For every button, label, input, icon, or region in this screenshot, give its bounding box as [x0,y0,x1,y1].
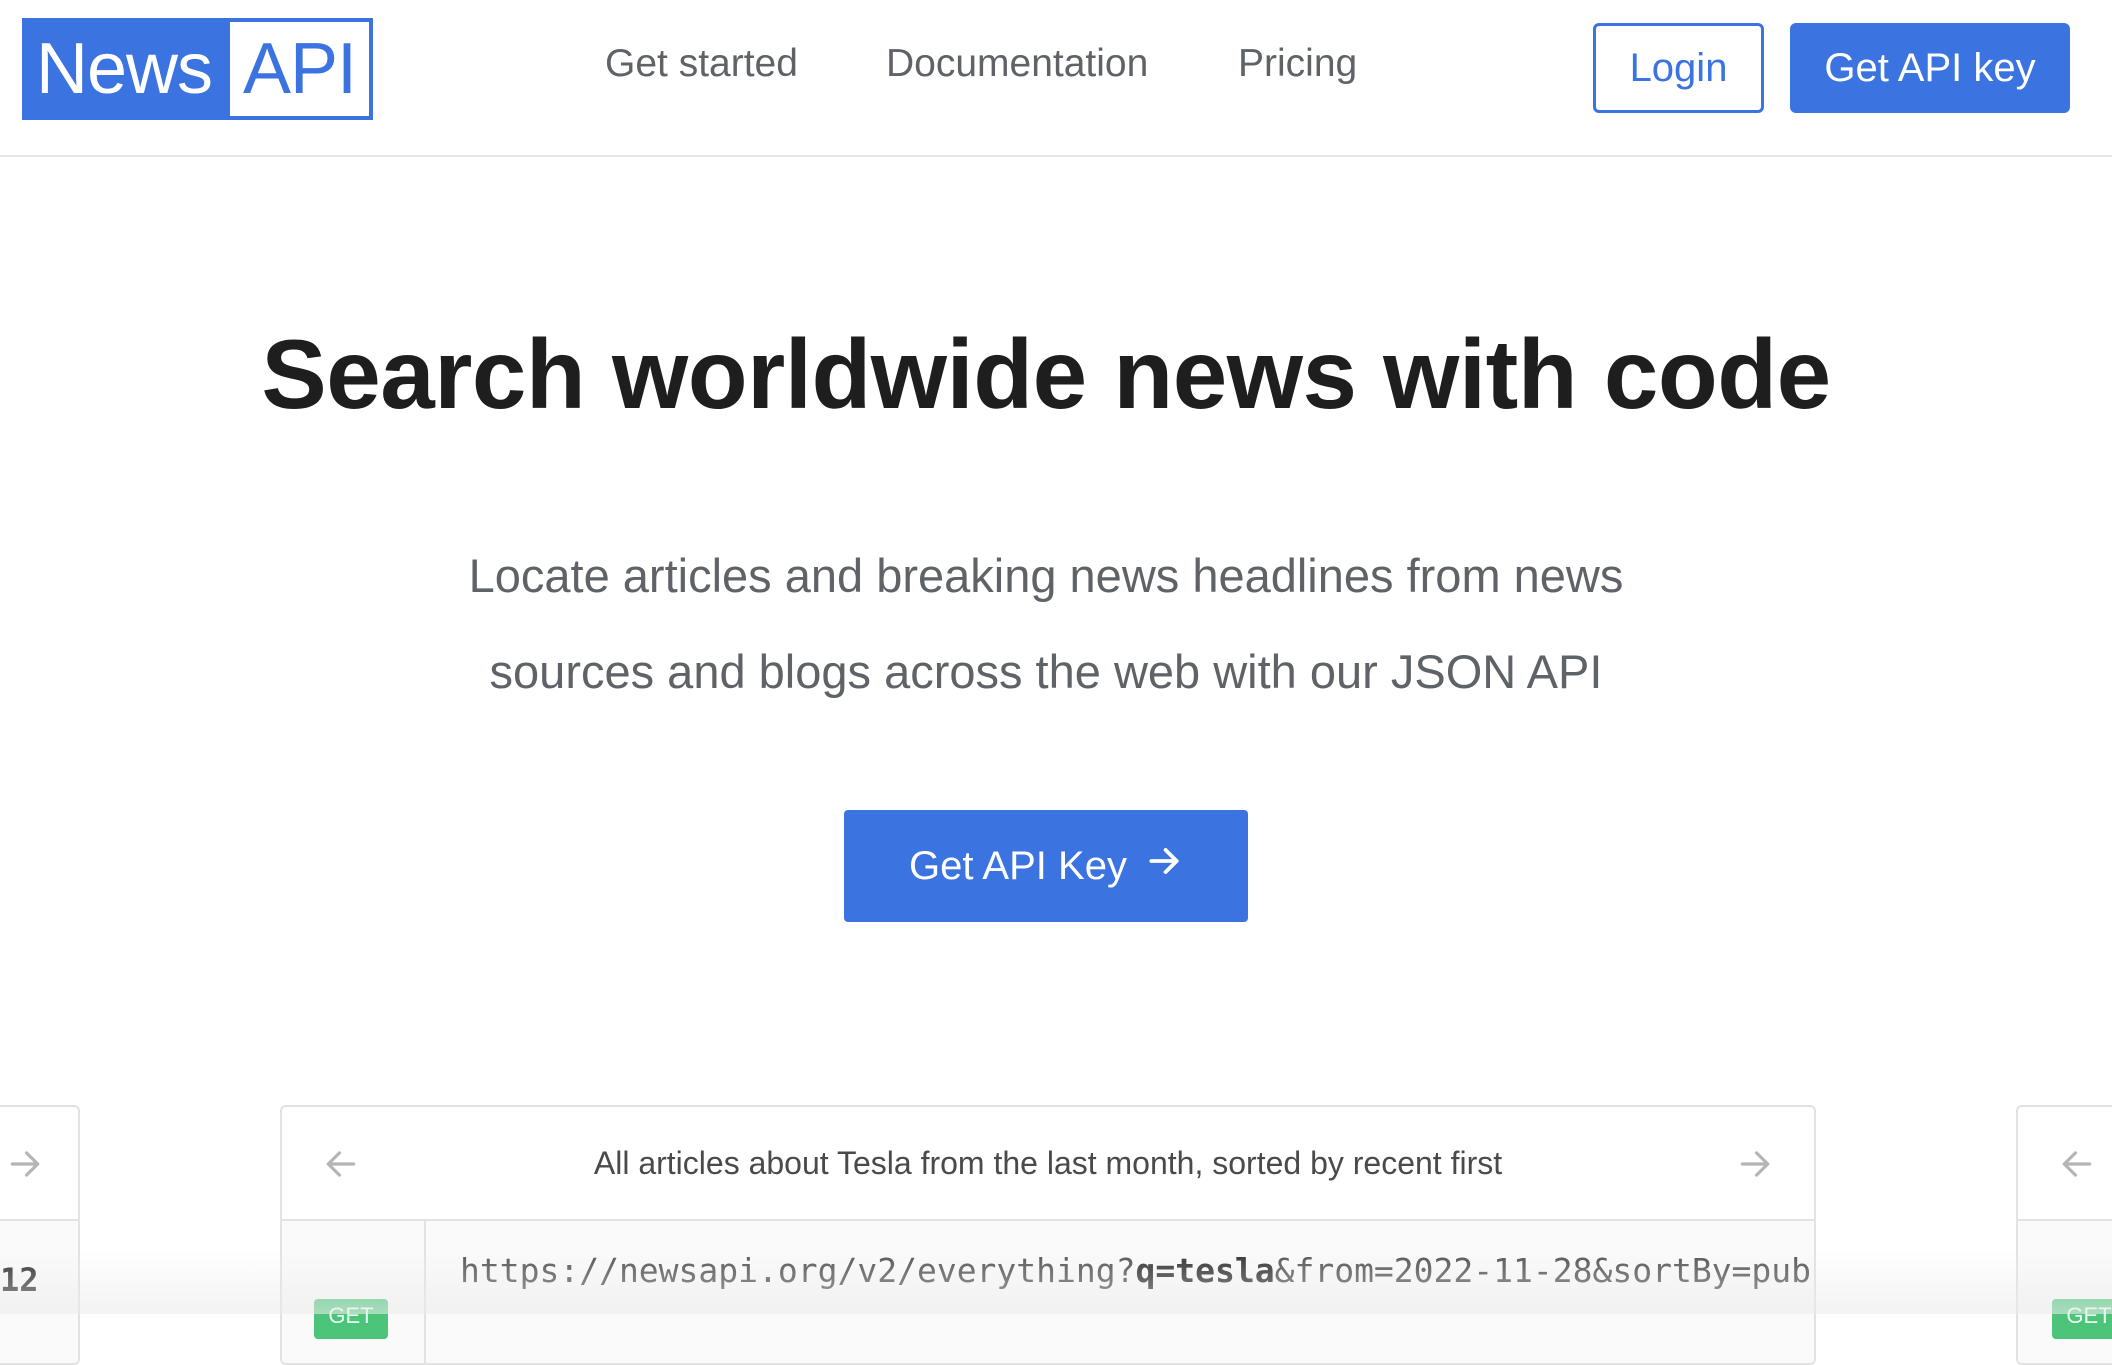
logo-word-news: News [36,29,213,109]
hero-subtitle-line-1: Locate articles and breaking news headli… [468,549,1624,602]
http-method-badge: GET [2052,1299,2112,1339]
example-card-next[interactable]: GET [2016,1105,2112,1365]
login-button[interactable]: Login [1593,23,1764,113]
http-method-badge: GET [314,1299,388,1339]
logo-word-api: API [230,22,369,116]
hero-title: Search worldwide news with code [261,319,1831,429]
hero-subtitle-line-2: sources and blogs across the web with ou… [489,645,1603,698]
cta-label: Get API Key [909,843,1127,888]
nav-pricing[interactable]: Pricing [1238,42,1357,86]
arrow-left-icon[interactable] [322,1145,360,1183]
url-suffix: &from=2022-11-28&sortBy=pub [1274,1251,1812,1290]
newsapi-logo[interactable]: News API [22,18,373,120]
arrow-right-icon[interactable] [1736,1145,1774,1183]
url-query: q=tesla [1135,1251,1275,1290]
request-url[interactable]: https://newsapi.org/v2/everything?q=tesl… [460,1251,1811,1290]
hero-subtitle: Locate articles and breaking news headli… [0,528,2092,720]
nav-documentation[interactable]: Documentation [886,42,1148,86]
card-header: All articles about Tesla from the last m… [282,1107,1814,1221]
example-card-current: All articles about Tesla from the last m… [280,1105,1816,1365]
example-card-previous[interactable]: 12 [0,1105,80,1365]
top-navbar: News API Get started Documentation Prici… [0,0,2112,157]
example-title: All articles about Tesla from the last m… [593,1144,1503,1181]
card-header [0,1107,78,1221]
card-header [2018,1107,2112,1221]
url-prefix: https://newsapi.org/v2/everything? [460,1251,1136,1290]
hero-get-api-key-button[interactable]: Get API Key [844,810,1248,922]
url-fragment: 12 [0,1261,39,1299]
card-body: GET https://newsapi.org/v2/everything?q=… [282,1221,1814,1363]
method-gutter: GET [282,1221,426,1363]
card-body: 12 [0,1221,78,1363]
card-body: GET [2018,1221,2112,1363]
arrow-right-icon[interactable] [6,1145,44,1183]
arrow-left-icon[interactable] [2058,1145,2096,1183]
get-api-key-button[interactable]: Get API key [1790,23,2070,113]
arrow-right-icon [1145,842,1183,890]
nav-get-started[interactable]: Get started [605,42,798,86]
